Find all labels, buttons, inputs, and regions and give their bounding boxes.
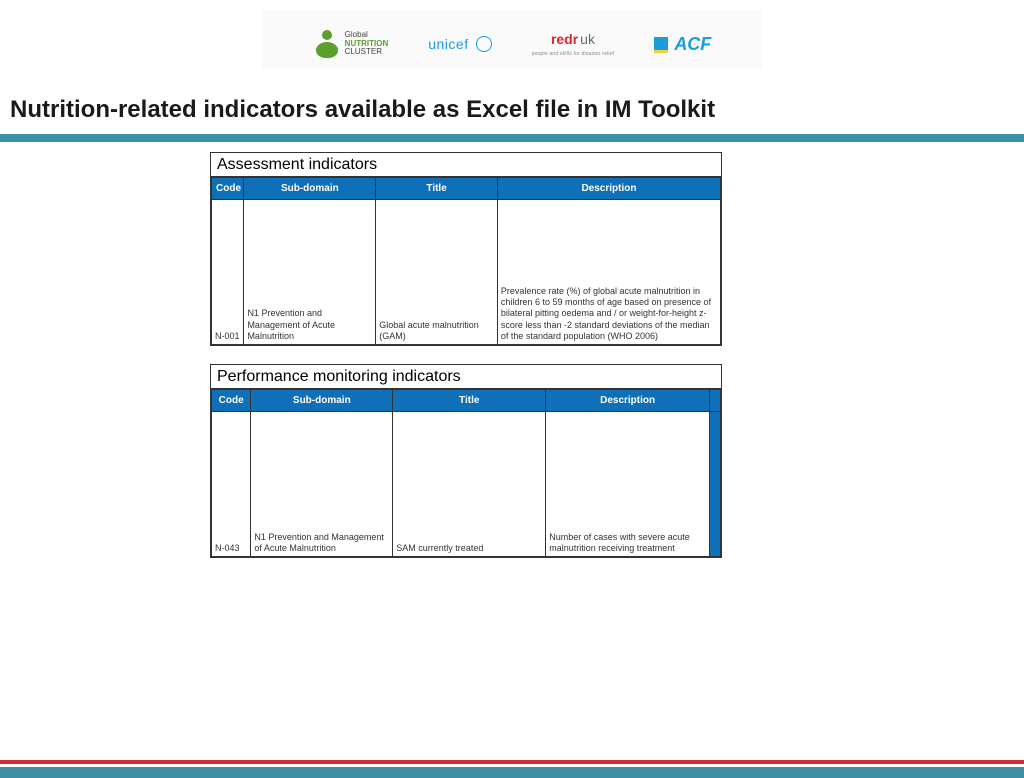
acf-logo: ACF — [654, 34, 711, 55]
col-title: Title — [393, 390, 546, 412]
acf-flag-icon — [654, 37, 668, 51]
assessment-heading: Assessment indicators — [211, 153, 721, 177]
gnc-text: Global NUTRITION CLUSTER — [345, 31, 389, 57]
cell-code: N-043 — [212, 412, 251, 557]
redr-logo: redruk people and skills for disaster re… — [532, 31, 615, 57]
performance-heading: Performance monitoring indicators — [211, 365, 721, 389]
cell-desc: Prevalence rate (%) of global acute maln… — [497, 200, 720, 345]
unicef-globe-icon — [476, 36, 492, 52]
col-code: Code — [212, 178, 244, 200]
assessment-table: Assessment indicators Code Sub-domain Ti… — [210, 152, 722, 346]
cell-code: N-001 — [212, 200, 244, 345]
col-title: Title — [376, 178, 498, 200]
logo-bar: Global NUTRITION CLUSTER unicef redruk p… — [262, 10, 762, 68]
tables-wrap: Assessment indicators Code Sub-domain Ti… — [0, 142, 1024, 558]
performance-table: Performance monitoring indicators Code S… — [210, 364, 722, 558]
cell-desc: Number of cases with severe acute malnut… — [546, 412, 710, 557]
col-sub: Sub-domain — [251, 390, 393, 412]
col-desc: Description — [546, 390, 710, 412]
title-rule — [0, 134, 1024, 142]
col-desc: Description — [497, 178, 720, 200]
col-code: Code — [212, 390, 251, 412]
gnc-logo: Global NUTRITION CLUSTER — [313, 30, 389, 58]
footer-bars — [0, 760, 1024, 778]
table-header-row: Code Sub-domain Title Description — [212, 178, 721, 200]
col-sub: Sub-domain — [244, 178, 376, 200]
cell-title: SAM currently treated — [393, 412, 546, 557]
col-extra — [710, 390, 721, 412]
cell-title: Global acute malnutrition (GAM) — [376, 200, 498, 345]
cell-sub: N1 Prevention and Management of Acute Ma… — [244, 200, 376, 345]
cell-extra — [710, 412, 721, 557]
page-title: Nutrition-related indicators available a… — [0, 68, 1024, 134]
table-row: N-043 N1 Prevention and Management of Ac… — [212, 412, 721, 557]
gnc-icon — [313, 30, 341, 58]
table-header-row: Code Sub-domain Title Description — [212, 390, 721, 412]
table-row: N-001 N1 Prevention and Management of Ac… — [212, 200, 721, 345]
unicef-logo: unicef — [428, 36, 491, 52]
cell-sub: N1 Prevention and Management of Acute Ma… — [251, 412, 393, 557]
